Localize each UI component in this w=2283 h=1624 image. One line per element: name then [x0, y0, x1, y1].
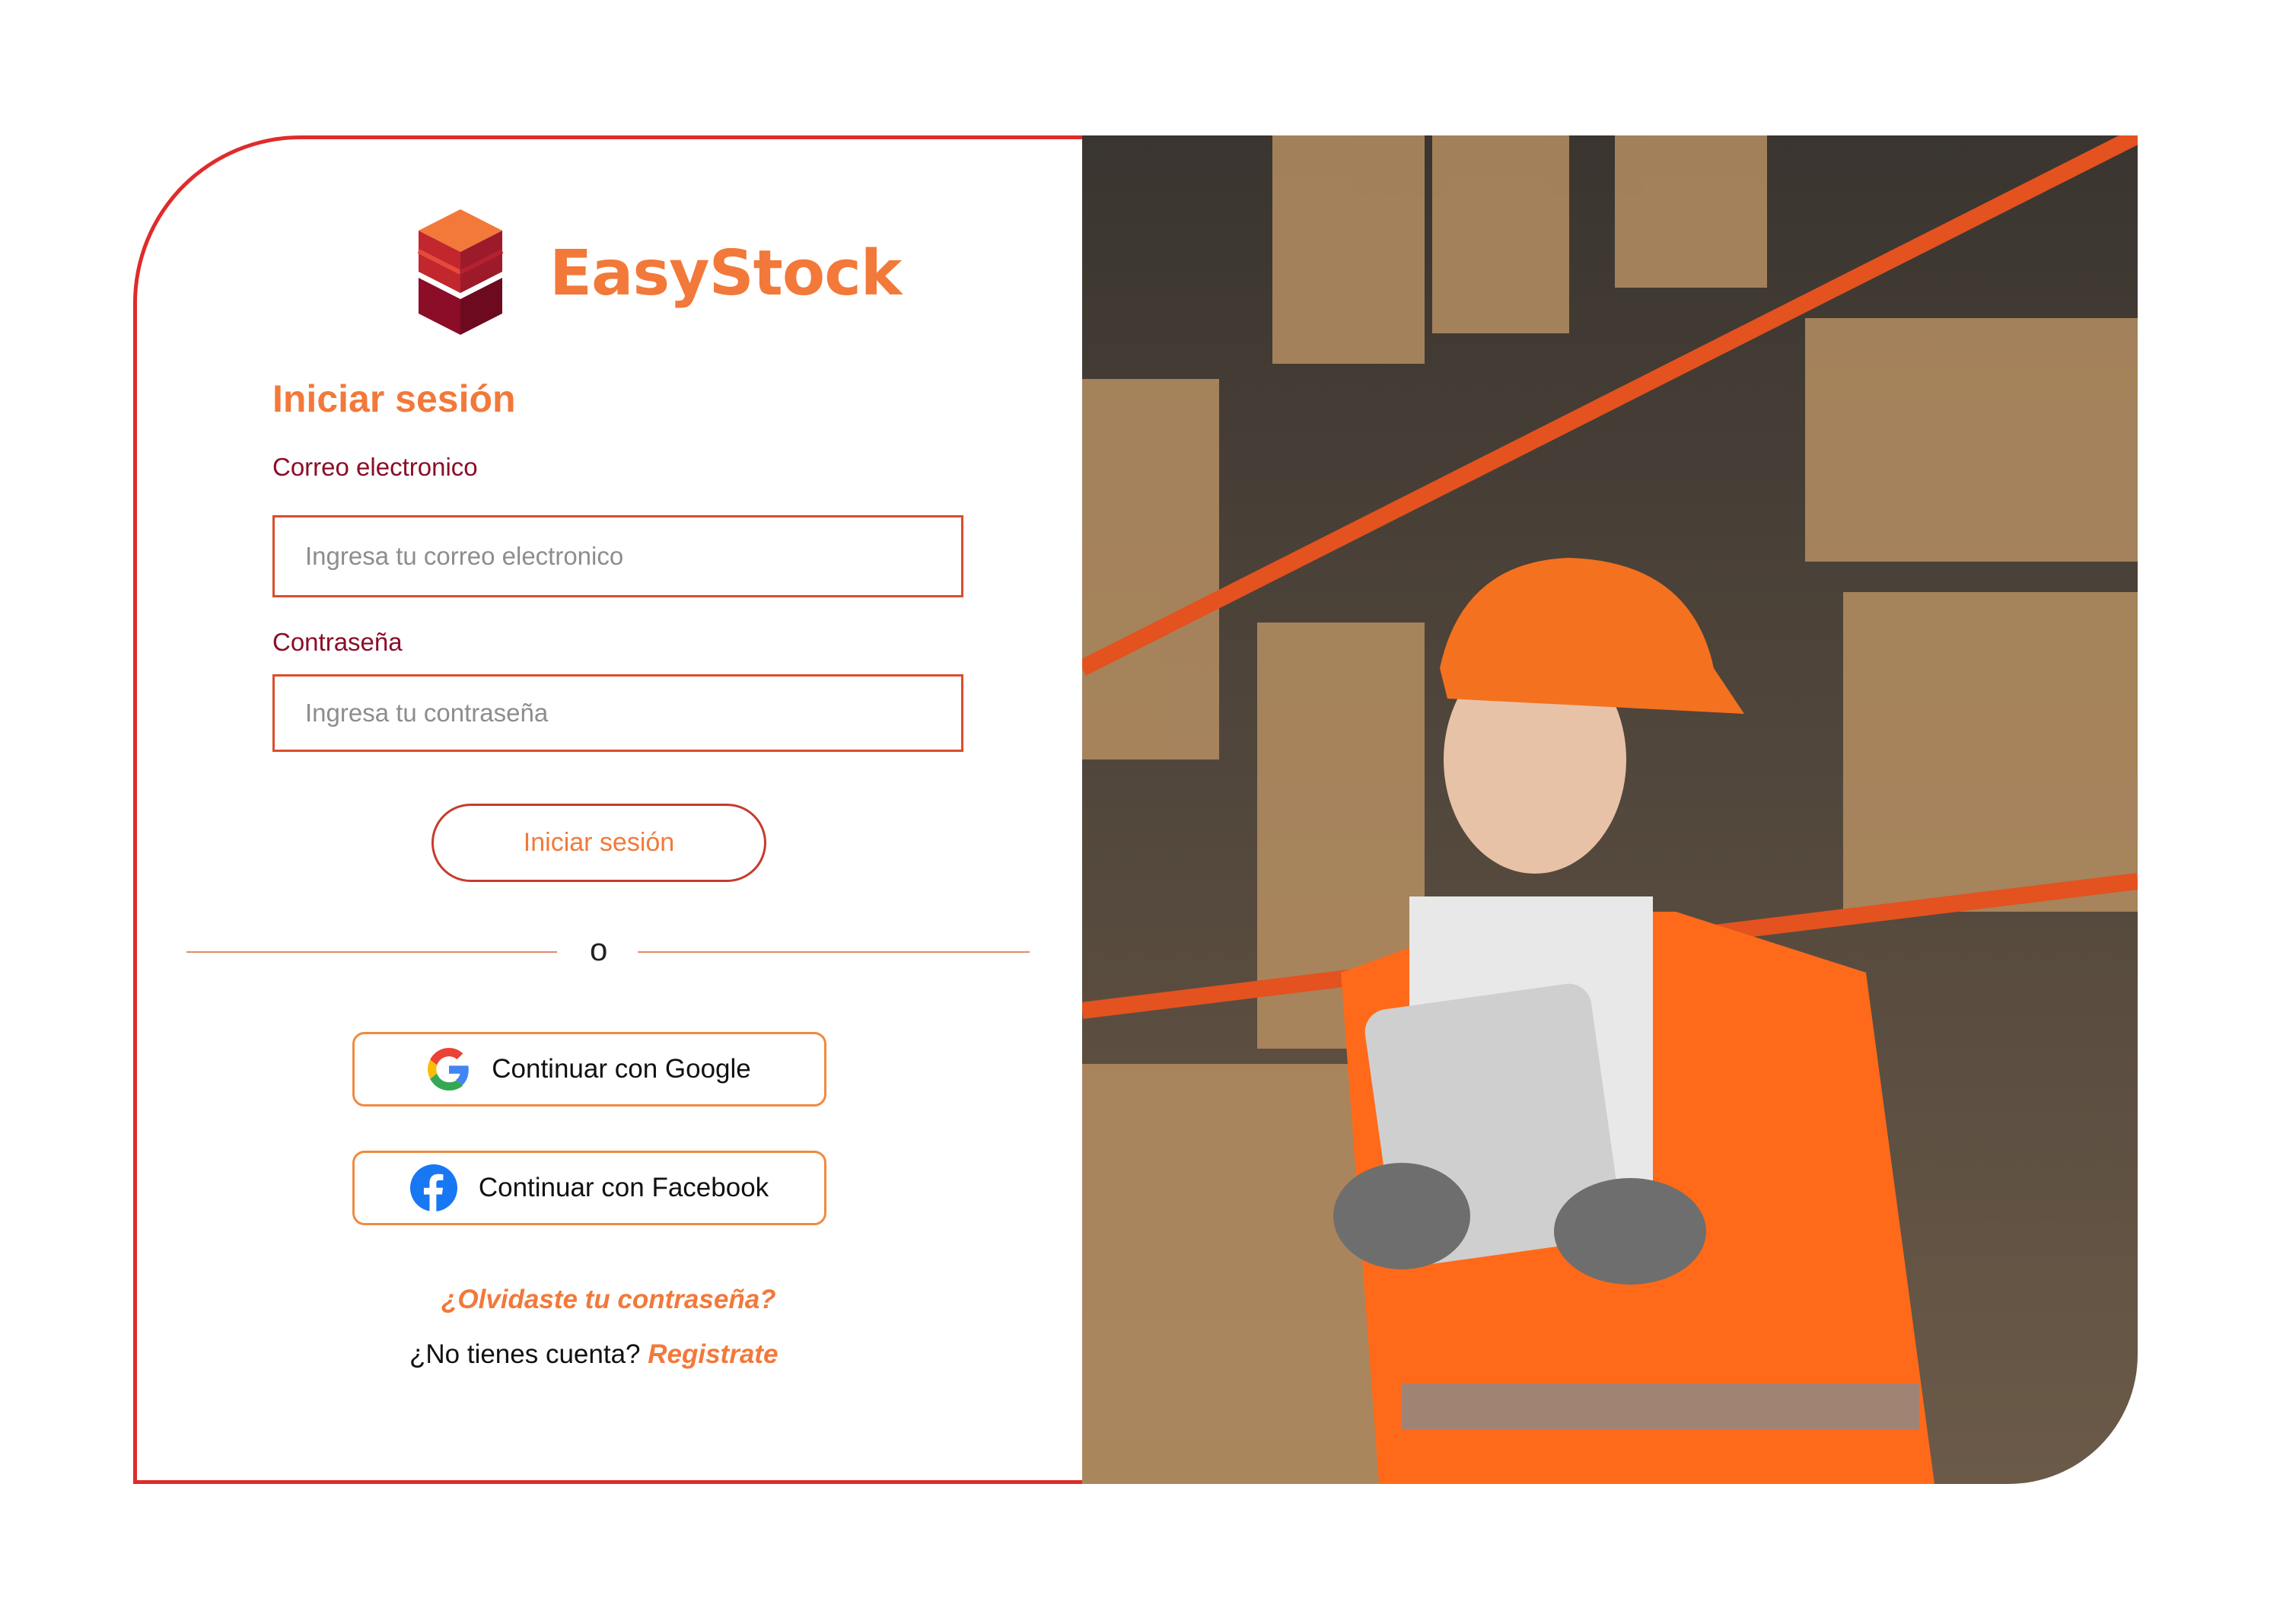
email-label: Correo electronico — [272, 453, 478, 481]
facebook-login-label: Continuar con Facebook — [478, 1173, 769, 1202]
login-button-label: Iniciar sesión — [523, 828, 675, 857]
google-login-label: Continuar con Google — [492, 1054, 751, 1084]
hero-photo — [1082, 135, 2138, 1484]
password-placeholder: Ingresa tu contraseña — [305, 699, 549, 727]
divider-right — [638, 951, 1030, 953]
brand-name: EasyStock — [549, 237, 902, 310]
divider-text: o — [590, 931, 608, 967]
no-account-text: ¿No tienes cuenta? — [409, 1339, 641, 1369]
login-title: Iniciar sesión — [272, 377, 516, 420]
facebook-login-button[interactable]: Continuar con Facebook — [352, 1151, 826, 1225]
email-input[interactable]: Ingresa tu correo electronico — [272, 515, 963, 597]
register-link[interactable]: Registrate — [648, 1339, 778, 1369]
password-input[interactable]: Ingresa tu contraseña — [272, 674, 963, 752]
forgot-password-link[interactable]: ¿Olvidaste tu contraseña? — [441, 1285, 776, 1315]
register-row: ¿No tienes cuenta? Registrate — [409, 1339, 778, 1370]
google-login-button[interactable]: Continuar con Google — [352, 1032, 826, 1107]
easystock-logo-icon — [417, 209, 504, 335]
login-button[interactable]: Iniciar sesión — [431, 804, 766, 882]
facebook-icon — [409, 1164, 457, 1212]
password-label: Contraseña — [272, 628, 403, 656]
divider-left — [186, 951, 557, 953]
google-icon — [428, 1048, 470, 1091]
email-placeholder: Ingresa tu correo electronico — [305, 542, 624, 570]
warehouse-worker-image — [1082, 135, 2138, 1484]
